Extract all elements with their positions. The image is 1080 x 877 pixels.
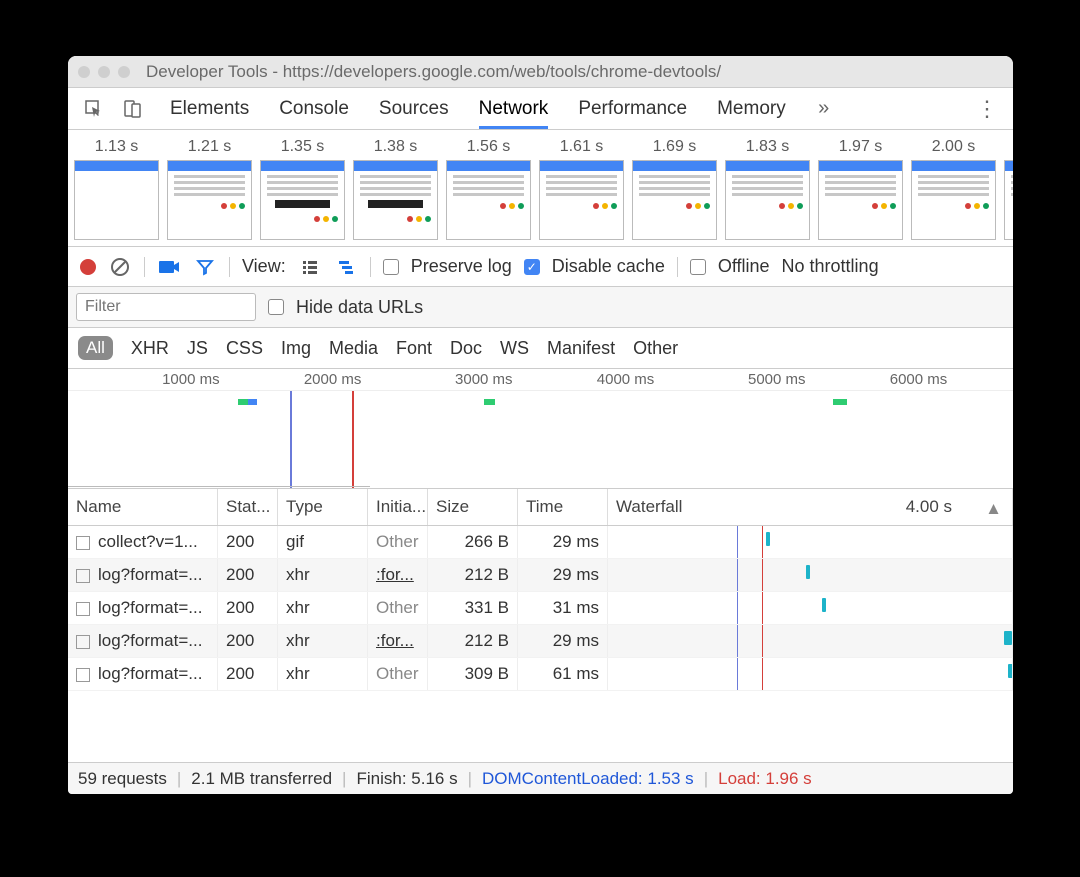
table-header: Name Stat... Type Initia... Size Time Wa… (68, 489, 1013, 526)
timeline-tick: 6000 ms (890, 371, 948, 388)
timeline-tick: 3000 ms (455, 371, 513, 388)
disable-cache-label: Disable cache (552, 256, 665, 277)
tab-elements[interactable]: Elements (170, 98, 249, 120)
close-dot[interactable] (78, 66, 90, 78)
minimize-dot[interactable] (98, 66, 110, 78)
col-name[interactable]: Name (68, 489, 218, 525)
inspect-icon[interactable] (82, 97, 106, 121)
preserve-log-label: Preserve log (411, 256, 512, 277)
timeline-overview[interactable]: 1000 ms 2000 ms 3000 ms 4000 ms 5000 ms 6000 … (68, 369, 1013, 489)
table-row[interactable]: log?format=...200xhr:for...212 B29 ms (68, 625, 1013, 658)
tab-performance[interactable]: Performance (578, 98, 687, 120)
waterfall-time-marker: 4.00 s (906, 497, 952, 517)
table-row[interactable]: collect?v=1...200gifOther266 B29 ms (68, 526, 1013, 559)
type-filter-bar: All XHR JS CSS Img Media Font Doc WS Manifest Othe… (68, 328, 1013, 369)
hide-data-urls-checkbox[interactable] (268, 299, 284, 315)
devtools-tabs: Elements Console Sources Network Performance… (68, 88, 1013, 130)
type-filter-media[interactable]: Media (329, 338, 378, 359)
more-tabs-icon[interactable]: » (812, 97, 836, 121)
col-time[interactable]: Time (518, 489, 608, 525)
offline-checkbox[interactable] (690, 259, 706, 275)
status-requests: 59 requests (78, 769, 167, 789)
devtools-window: Developer Tools - https://developers.goo… (68, 56, 1013, 794)
disable-cache-checkbox[interactable] (524, 259, 540, 275)
type-filter-other[interactable]: Other (633, 338, 678, 359)
hide-data-urls-label: Hide data URLs (296, 297, 423, 318)
type-filter-manifest[interactable]: Manifest (547, 338, 615, 359)
table-row[interactable]: log?format=...200xhrOther309 B61 ms (68, 658, 1013, 691)
clear-icon[interactable] (108, 255, 132, 279)
view-label: View: (242, 256, 286, 277)
kebab-menu-icon[interactable]: ⋮ (975, 97, 999, 121)
col-size[interactable]: Size (428, 489, 518, 525)
filmstrip-frame[interactable]: 1.21 s (167, 136, 252, 240)
record-button[interactable] (80, 259, 96, 275)
type-filter-font[interactable]: Font (396, 338, 432, 359)
sort-indicator-icon: ▲ (985, 499, 1002, 519)
tab-sources[interactable]: Sources (379, 98, 449, 120)
filmstrip-frame[interactable]: 1.61 s (539, 136, 624, 240)
filmstrip-frame[interactable]: 1.56 s (446, 136, 531, 240)
view-waterfall-icon[interactable] (334, 255, 358, 279)
tab-memory[interactable]: Memory (717, 98, 786, 120)
filter-bar: Hide data URLs (68, 287, 1013, 328)
filmstrip-frame[interactable]: 1.69 s (632, 136, 717, 240)
timeline-tick: 5000 ms (748, 371, 806, 388)
status-load: Load: 1.96 s (718, 769, 812, 789)
col-waterfall[interactable]: Waterfall 4.00 s ▲ (608, 489, 1013, 525)
throttling-select[interactable]: No throttling (782, 256, 879, 277)
filmstrip-frame[interactable]: 2. (1004, 136, 1013, 240)
filter-funnel-icon[interactable] (193, 255, 217, 279)
filter-input[interactable] (76, 293, 256, 321)
tab-console[interactable]: Console (279, 98, 349, 120)
filmstrip-frame[interactable]: 1.97 s (818, 136, 903, 240)
status-transferred: 2.1 MB transferred (191, 769, 332, 789)
type-filter-css[interactable]: CSS (226, 338, 263, 359)
traffic-lights (78, 66, 130, 78)
status-bar: 59 requests | 2.1 MB transferred | Finis… (68, 762, 1013, 794)
filmstrip-frame[interactable]: 2.00 s (911, 136, 996, 240)
type-filter-img[interactable]: Img (281, 338, 311, 359)
filmstrip-frame[interactable]: 1.83 s (725, 136, 810, 240)
network-toolbar: View: Preserve log Disable cache Offline… (68, 247, 1013, 287)
col-type[interactable]: Type (278, 489, 368, 525)
col-initiator[interactable]: Initia... (368, 489, 428, 525)
device-toggle-icon[interactable] (120, 97, 144, 121)
status-dcl: DOMContentLoaded: 1.53 s (482, 769, 694, 789)
camera-icon[interactable] (157, 255, 181, 279)
zoom-dot[interactable] (118, 66, 130, 78)
filmstrip[interactable]: 1.13 s1.21 s1.35 s1.38 s1.56 s1.61 s1.69… (68, 130, 1013, 247)
tab-network[interactable]: Network (479, 98, 549, 129)
type-filter-js[interactable]: JS (187, 338, 208, 359)
table-row[interactable]: log?format=...200xhr:for...212 B29 ms (68, 559, 1013, 592)
type-filter-ws[interactable]: WS (500, 338, 529, 359)
status-finish: Finish: 5.16 s (356, 769, 457, 789)
view-list-icon[interactable] (298, 255, 322, 279)
filmstrip-frame[interactable]: 1.13 s (74, 136, 159, 240)
filmstrip-frame[interactable]: 1.35 s (260, 136, 345, 240)
timeline-tick: 2000 ms (304, 371, 362, 388)
timeline-tick: 1000 ms (162, 371, 220, 388)
offline-label: Offline (718, 256, 770, 277)
filmstrip-frame[interactable]: 1.38 s (353, 136, 438, 240)
window-title: Developer Tools - https://developers.goo… (146, 62, 721, 82)
type-filter-doc[interactable]: Doc (450, 338, 482, 359)
table-row[interactable]: log?format=...200xhrOther331 B31 ms (68, 592, 1013, 625)
window-titlebar: Developer Tools - https://developers.goo… (68, 56, 1013, 88)
timeline-tick: 4000 ms (597, 371, 655, 388)
type-filter-all[interactable]: All (78, 336, 113, 360)
request-table: Name Stat... Type Initia... Size Time Wa… (68, 489, 1013, 762)
type-filter-xhr[interactable]: XHR (131, 338, 169, 359)
col-status[interactable]: Stat... (218, 489, 278, 525)
preserve-log-checkbox[interactable] (383, 259, 399, 275)
